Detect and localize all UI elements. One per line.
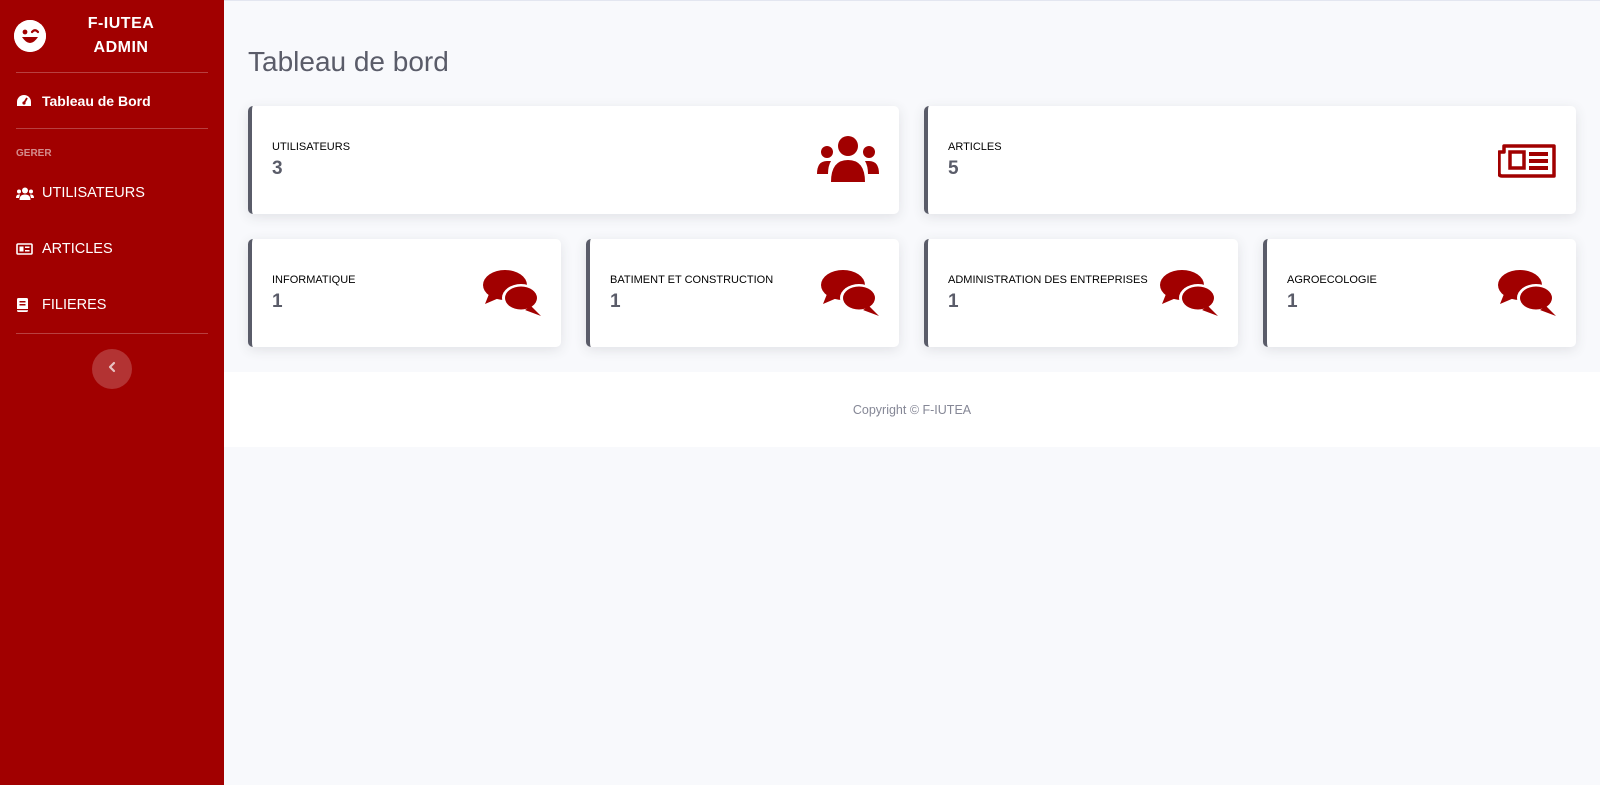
brand-title: F-IUTEA ADMIN (46, 12, 196, 60)
sidebar-item-filieres[interactable]: FILIERES (0, 277, 224, 333)
book-icon (16, 298, 34, 312)
newspaper-icon (16, 242, 34, 256)
main-content: Tableau de bord UTILISATEURS 3 ARTICLES … (224, 0, 1600, 785)
sidebar-item-label: Tableau de Bord (42, 92, 151, 109)
sidebar-item-utilisateurs[interactable]: UTILISATEURS (0, 165, 224, 221)
card-filiere-informatique[interactable]: INFORMATIQUE 1 (248, 239, 561, 347)
brand[interactable]: F-IUTEA ADMIN (0, 0, 224, 72)
comments-icon (1160, 270, 1218, 321)
card-utilisateurs[interactable]: UTILISATEURS 3 (248, 106, 899, 214)
sidebar-heading: GERER (16, 148, 52, 159)
copyright-text: Copyright © F-IUTEA (852, 402, 972, 417)
brand-line-2: ADMIN (93, 39, 149, 56)
card-label: BATIMENT ET CONSTRUCTION (610, 274, 774, 286)
card-value: 1 (610, 291, 621, 312)
card-label: ARTICLES (948, 141, 1002, 153)
sidebar-divider (16, 333, 208, 334)
card-filiere-administration[interactable]: ADMINISTRATION DES ENTREPRISES 1 (924, 239, 1238, 347)
card-filiere-agroecologie[interactable]: AGROECOLOGIE 1 (1263, 239, 1576, 347)
card-label: INFORMATIQUE (272, 274, 356, 286)
sidebar: F-IUTEA ADMIN Tableau de Bord GERER UTIL… (0, 0, 224, 785)
laugh-wink-icon (14, 20, 46, 52)
users-icon (817, 136, 879, 187)
card-label: ADMINISTRATION DES ENTREPRISES (948, 274, 1148, 286)
users-icon (16, 186, 34, 200)
card-label: AGROECOLOGIE (1287, 274, 1377, 286)
card-filiere-batiment[interactable]: BATIMENT ET CONSTRUCTION 1 (586, 239, 899, 347)
comments-icon (1498, 270, 1556, 321)
footer: Copyright © F-IUTEA (224, 372, 1600, 447)
card-value: 5 (948, 158, 959, 179)
card-label: UTILISATEURS (272, 141, 351, 153)
sidebar-item-label: ARTICLES (42, 241, 113, 257)
card-articles[interactable]: ARTICLES 5 (924, 106, 1576, 214)
sidebar-item-articles[interactable]: ARTICLES (0, 221, 224, 277)
sidebar-item-label: UTILISATEURS (42, 185, 145, 201)
card-value: 1 (948, 291, 959, 312)
card-value: 1 (272, 291, 283, 312)
sidebar-toggle-button[interactable] (92, 349, 132, 389)
newspaper-icon (1497, 140, 1556, 183)
sidebar-item-label: FILIERES (42, 297, 107, 313)
card-value: 1 (1287, 291, 1298, 312)
sidebar-item-dashboard[interactable]: Tableau de Bord (0, 73, 224, 128)
tachometer-icon (16, 94, 34, 108)
comments-icon (821, 270, 879, 321)
page-title: Tableau de bord (248, 46, 449, 77)
topbar-divider (224, 0, 1600, 1)
brand-line-1: F-IUTEA (87, 15, 155, 32)
card-value: 3 (272, 158, 283, 179)
comments-icon (483, 270, 541, 321)
chevron-left-icon (107, 360, 117, 378)
